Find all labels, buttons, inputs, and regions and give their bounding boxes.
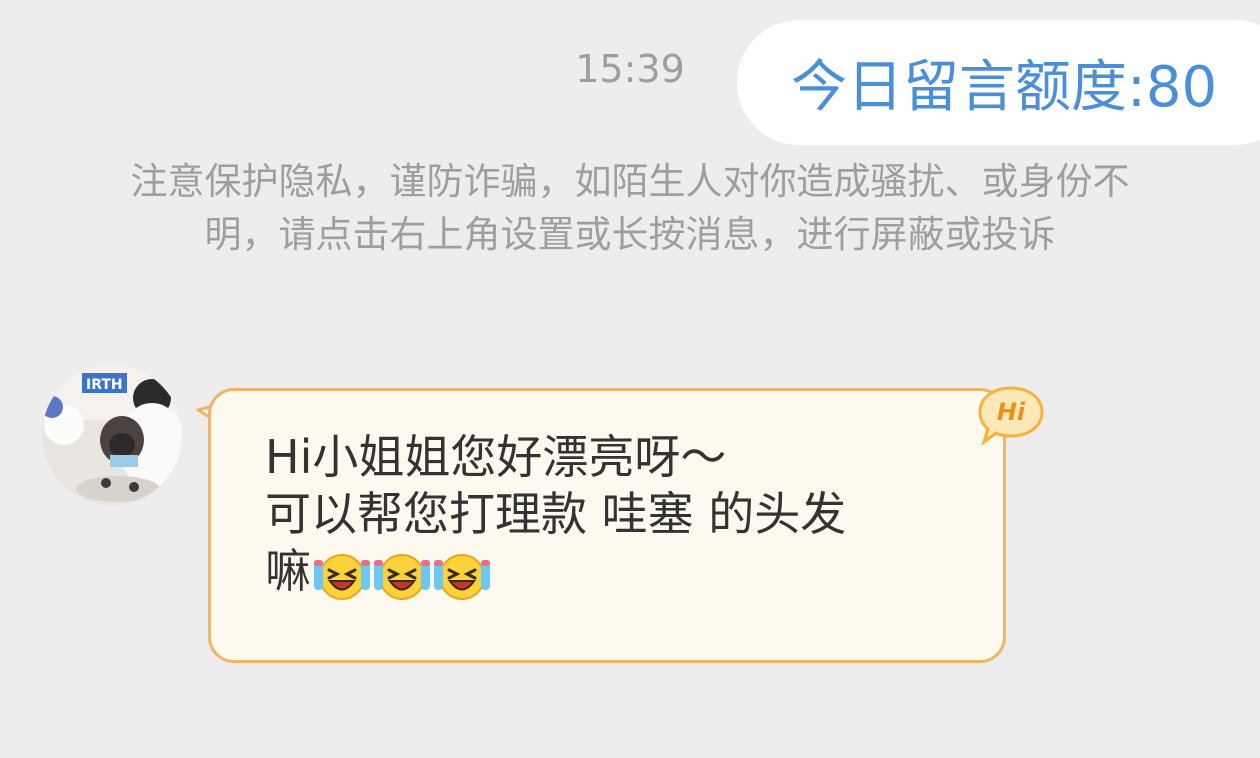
privacy-notice: 注意保护隐私，谨防诈骗，如陌生人对你造成骚扰、或身份不明，请点击右上角设置或长按… [130,160,1130,256]
laugh-cry-emoji [434,553,490,600]
laugh-cry-emoji [314,553,370,600]
sender-avatar[interactable]: IRTH [42,365,182,505]
message-quota-pill: 今日留言额度:80 [737,20,1260,145]
avatar-photo: IRTH [42,365,182,505]
message-line: 嘛 [265,544,311,598]
message-quota-label: 今日留言额度:80 [791,55,1218,120]
message-line: 可以帮您打理款 哇塞 的头发 [265,487,847,541]
chat-timestamp: 15:39 [575,47,685,91]
message-line-with-emoji: 嘛 [265,543,973,602]
emoji-row [313,548,493,602]
hi-badge-label: Hi [996,398,1026,426]
laugh-cry-emoji [374,553,430,600]
message-text: Hi小姐姐您好漂亮呀～ 可以帮您打理款 哇塞 的头发 嘛 [265,429,973,602]
message-bubble[interactable]: Hi小姐姐您好漂亮呀～ 可以帮您打理款 哇塞 的头发 嘛 [208,388,1006,663]
svg-text:IRTH: IRTH [86,377,123,393]
message-line: Hi小姐姐您好漂亮呀～ [265,430,727,484]
